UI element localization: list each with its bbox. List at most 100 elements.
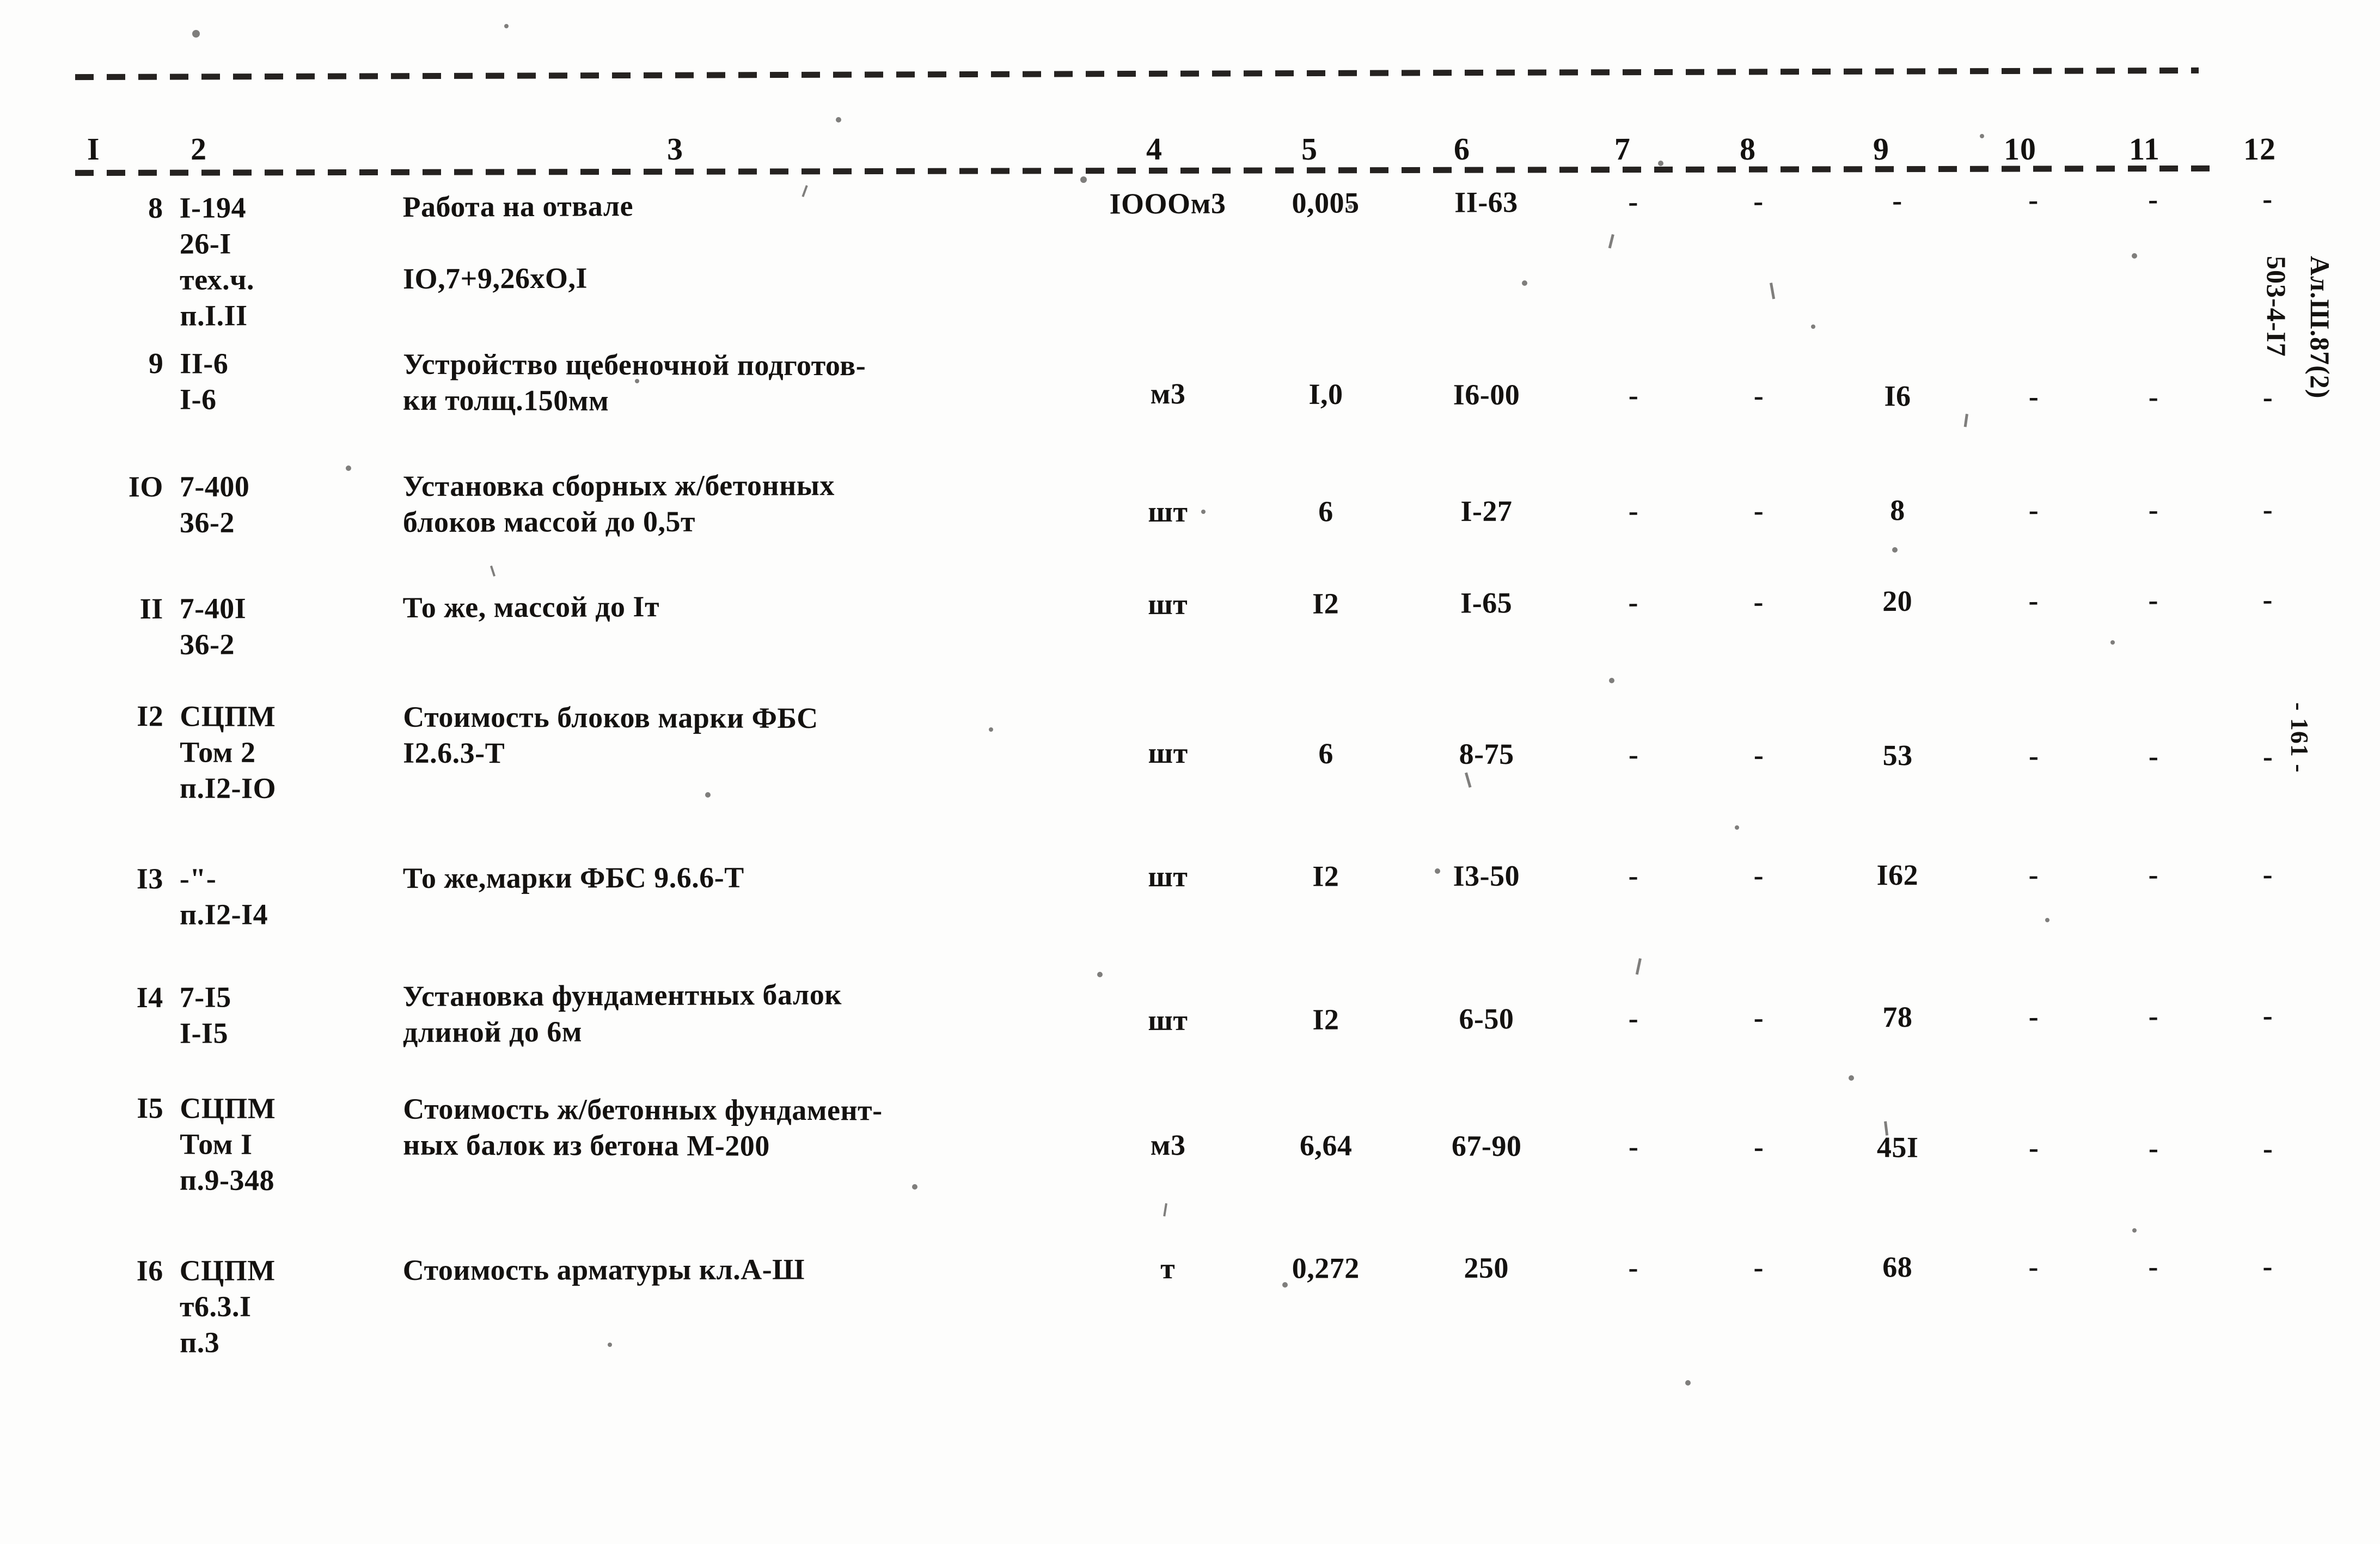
row-price: I-65 (1460, 586, 1513, 620)
row-code: 7-400 36-2 (179, 470, 250, 539)
row-col12: - (2262, 1249, 2273, 1283)
row-price: I6-00 (1453, 378, 1520, 412)
column-header-4: 4 (1146, 131, 1163, 167)
row-col7: - (1628, 1130, 1639, 1163)
row-col9: I6 (1884, 379, 1911, 413)
row-col11: - (2148, 1250, 2159, 1283)
margin-stamp-album-code: Ал.Ш.87(2) (2305, 256, 2335, 399)
row-col9: 8 (1890, 494, 1905, 527)
column-header-1: I (87, 131, 100, 167)
table-column-header-row: I 2 3 4 5 6 7 8 9 10 11 12 (65, 131, 2277, 169)
row-col9: 45I (1876, 1131, 1919, 1164)
row-col8: - (1753, 185, 1764, 218)
row-col8: - (1753, 1251, 1764, 1284)
column-header-6: 6 (1453, 131, 1471, 167)
row-description: Устройство щебеночной подготов- ки толщ.… (402, 347, 866, 417)
row-col7: - (1628, 378, 1639, 412)
row-number: II (139, 592, 163, 626)
column-header-2: 2 (190, 131, 207, 167)
row-description: Стоимость ж/бетонных фундамент- ных бало… (403, 1092, 883, 1162)
column-header-12: 12 (2243, 131, 2277, 167)
row-col11: - (2148, 1131, 2159, 1165)
row-col8: - (1753, 859, 1764, 892)
row-col11: - (2148, 739, 2159, 773)
table-row: IО 7-400 36-2 Установка сборных ж/бетонн… (65, 464, 2273, 587)
row-col8: - (1753, 1001, 1764, 1034)
row-col12: - (2262, 583, 2273, 616)
row-col9: 78 (1882, 1000, 1913, 1034)
row-description: Стоимость блоков марки ФБС I2.6.3-Т (403, 700, 818, 770)
row-col9: I62 (1876, 859, 1919, 892)
row-code: 7-I5 I-I5 (179, 981, 231, 1050)
row-col12: - (2262, 999, 2273, 1032)
row-unit: шт (1148, 860, 1188, 893)
row-code: -"- п.I2-I4 (179, 862, 268, 931)
margin-page-number: - 161 - (2286, 702, 2314, 773)
row-col8: - (1753, 494, 1764, 527)
row-number: IО (128, 470, 163, 503)
row-col11: - (2148, 182, 2158, 216)
table-top-dashed-rule (75, 67, 2199, 81)
row-unit: шт (1148, 1003, 1188, 1037)
row-code: СЦПМ Том 2 п.I2-IО (179, 700, 277, 805)
row-col8: - (1753, 585, 1764, 618)
row-col7: - (1628, 1002, 1639, 1035)
row-col11: - (2148, 999, 2159, 1033)
row-quantity: I2 (1312, 860, 1339, 893)
row-col9: 20 (1882, 584, 1913, 618)
row-quantity: I2 (1312, 587, 1339, 620)
row-description: Установка сборных ж/бетонных блоков масс… (402, 469, 835, 538)
row-col9: 68 (1882, 1251, 1913, 1284)
row-number: I5 (137, 1092, 164, 1125)
row-description: Работа на отвале IО,7+9,26хО,I (402, 189, 634, 296)
row-unit: IООOм3 (1109, 187, 1226, 220)
row-col11: - (2148, 583, 2159, 617)
table-row: I2 СЦПМ Том 2 п.I2-IО Стоимость блоков м… (65, 698, 2273, 863)
row-col10: - (2028, 183, 2039, 216)
row-col12: - (2262, 1132, 2273, 1165)
row-col10: - (2028, 584, 2039, 617)
column-header-10: 10 (2003, 131, 2037, 167)
row-quantity: 6,64 (1299, 1129, 1353, 1162)
row-number: I6 (136, 1254, 163, 1287)
row-number: I4 (136, 981, 163, 1014)
row-col10: - (2028, 739, 2039, 773)
row-col8: - (1753, 738, 1764, 771)
row-unit: шт (1148, 495, 1188, 529)
row-code: 7-40I 36-2 (179, 592, 247, 661)
row-col12: - (2262, 182, 2273, 216)
row-description: То же,марки ФБС 9.6.6-Т (402, 861, 744, 894)
row-col7: - (1628, 185, 1638, 218)
row-quantity: 6 (1318, 495, 1333, 528)
column-header-11: 11 (2128, 131, 2161, 167)
row-code: СЦПМ т6.3.I п.3 (179, 1254, 276, 1359)
row-price: 67-90 (1451, 1129, 1522, 1163)
row-unit: м3 (1150, 377, 1186, 410)
column-header-7: 7 (1614, 131, 1631, 167)
row-col8: - (1753, 379, 1764, 412)
row-col12: - (2262, 857, 2273, 891)
row-col7: - (1628, 1251, 1639, 1284)
row-col7: - (1628, 859, 1639, 892)
row-description: То же, массой до Iт (402, 590, 660, 624)
row-number: 8 (148, 191, 163, 225)
row-unit: шт (1148, 736, 1188, 770)
row-number: I2 (137, 700, 164, 733)
table-row: II 7-40I 36-2 То же, массой до Iт шт I2 … (65, 581, 2273, 706)
row-col11: - (2148, 858, 2159, 891)
table-row: I4 7-I5 I-I5 Установка фундаментных бало… (65, 970, 2273, 1098)
row-col10: - (2028, 1131, 2039, 1165)
row-description: Стоимость арматуры кл.А-Ш (402, 1253, 805, 1286)
column-header-5: 5 (1301, 131, 1318, 167)
row-number: 9 (148, 347, 164, 380)
row-price: II-63 (1454, 186, 1518, 219)
column-header-9: 9 (1873, 131, 1890, 167)
row-unit: шт (1147, 587, 1188, 621)
document-page: I 2 3 4 5 6 7 8 9 10 11 12 8 I-194 26-I … (0, 0, 2380, 1544)
row-col7: - (1628, 494, 1639, 528)
table-row: I6 СЦПМ т6.3.I п.3 Стоимость арматуры кл… (65, 1248, 2273, 1411)
row-price: 8-75 (1459, 737, 1514, 771)
margin-stamp-project-code: 503-4-I7 (2261, 256, 2292, 357)
row-col10: - (2028, 1000, 2039, 1033)
row-col7: - (1628, 738, 1639, 771)
